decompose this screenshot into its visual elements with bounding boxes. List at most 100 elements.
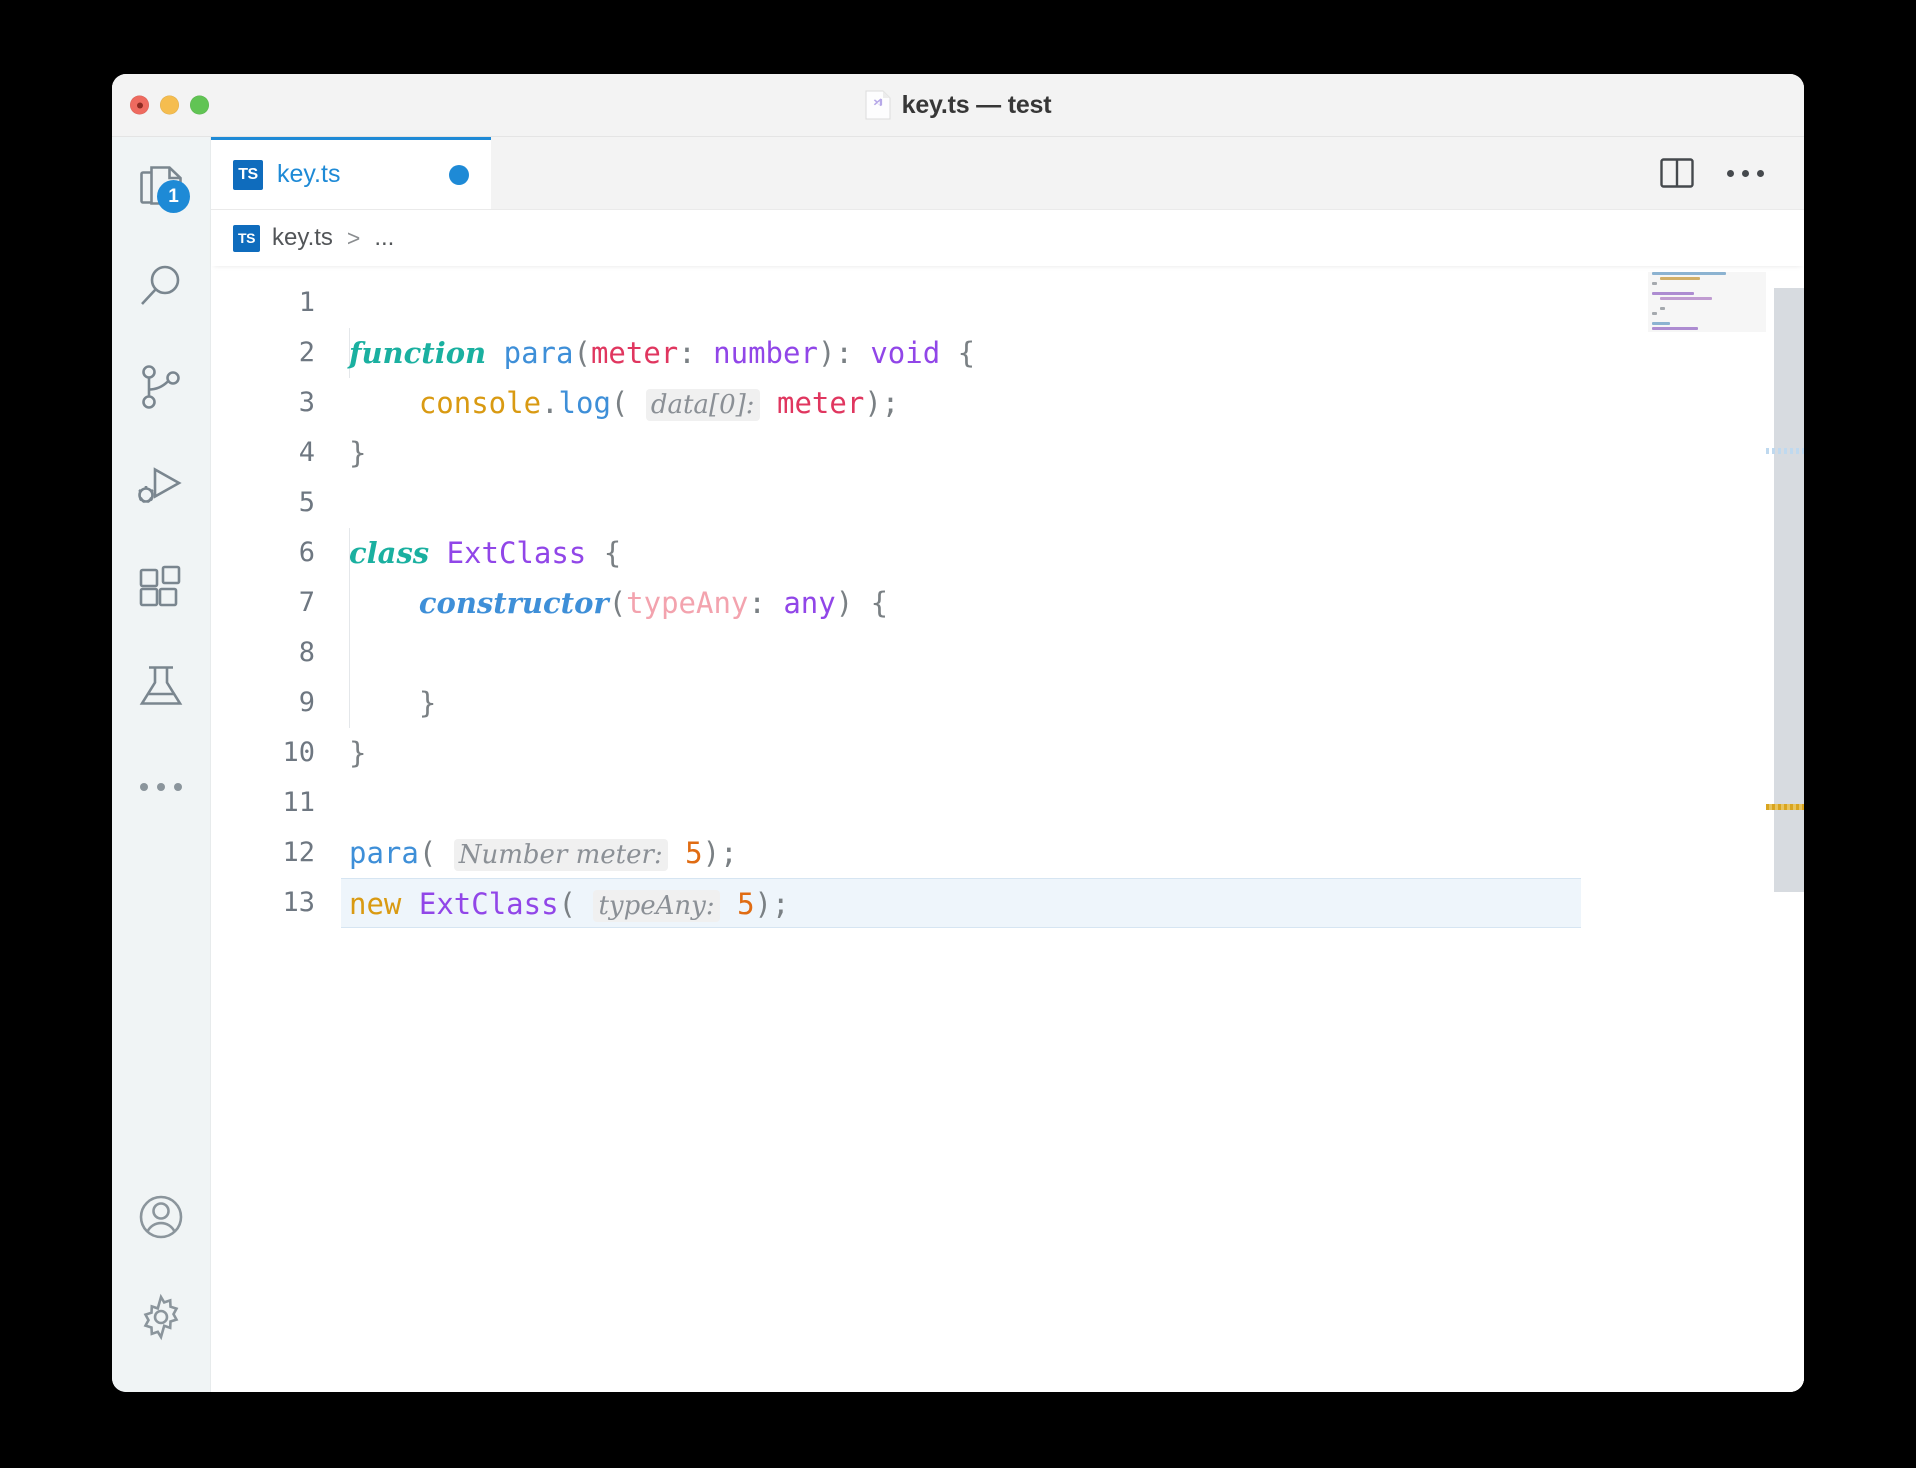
inlay-hint-parameter-name[interactable]: typeAny: <box>593 890 720 922</box>
line-number: 1 <box>298 287 315 318</box>
token-brace-close: } <box>349 436 367 470</box>
window-body: 1 TS key.ts TS key.ts > ... 1 2 3 4 5 6 … <box>112 137 1804 1392</box>
sidebar-item-search[interactable] <box>112 237 210 337</box>
gear-icon <box>133 1289 189 1345</box>
code-line-10[interactable]: } <box>341 728 1804 778</box>
token-colon: : <box>678 336 714 370</box>
token-paren-colon: ): <box>817 336 871 370</box>
code-line-5[interactable] <box>341 478 1804 528</box>
token-colon: : <box>748 586 784 620</box>
code-line-12[interactable]: para( Number meter: 5); <box>341 828 1804 878</box>
breadcrumb-item-file[interactable]: key.ts <box>272 224 333 252</box>
code-lines[interactable]: function para(meter: number): void { con… <box>341 266 1804 1392</box>
token-object: console <box>418 386 542 420</box>
code-editor[interactable]: 1 2 3 4 5 6 7 8 9 10 11 12 13 function p… <box>211 266 1804 1392</box>
code-line-1[interactable] <box>341 278 1804 328</box>
page-title: key.ts — test <box>901 90 1052 119</box>
token-parameter: meter <box>590 336 679 370</box>
vscode-window: key.ts — test 1 TS key.ts TS key.ts > ..… <box>112 74 1804 1392</box>
line-number-gutter: 1 2 3 4 5 6 7 8 9 10 11 12 13 <box>211 266 341 1392</box>
token-function-name: para <box>503 336 574 370</box>
token-class-name: ExtClass <box>418 887 559 921</box>
sidebar-item-testing[interactable] <box>112 637 210 737</box>
breadcrumb: TS key.ts > ... <box>211 210 1804 266</box>
tab-label: key.ts <box>277 160 341 188</box>
token-brace: { <box>940 336 976 370</box>
token-close-brace: ) { <box>835 586 889 620</box>
line-number: 5 <box>298 487 315 518</box>
code-line-7[interactable]: constructor(typeAny: any) { <box>341 578 1804 628</box>
line-number: 7 <box>298 587 315 618</box>
inlay-hint-parameter-name[interactable]: data[0]: <box>645 389 760 421</box>
token-number: 5 <box>737 887 755 921</box>
token-constructor: constructor <box>418 586 609 620</box>
token-keyword: function <box>349 336 487 370</box>
run-and-debug-icon <box>133 459 189 515</box>
ellipsis-icon[interactable] <box>1727 169 1764 177</box>
token-close: ); <box>864 386 900 420</box>
line-number: 6 <box>298 537 315 568</box>
minimize-button[interactable] <box>160 95 179 115</box>
line-number: 8 <box>298 637 315 668</box>
unsaved-indicator[interactable] <box>449 164 469 185</box>
breadcrumb-item-symbol[interactable]: ... <box>374 224 394 252</box>
token-paren: ( <box>558 887 594 921</box>
sidebar-item-manage[interactable] <box>112 1267 210 1367</box>
code-line-2[interactable]: function para(meter: number): void { <box>341 328 1804 378</box>
activity-bar: 1 <box>112 137 211 1392</box>
sidebar-item-extensions[interactable] <box>112 537 210 637</box>
token-dot: . <box>541 386 559 420</box>
token-brace: { <box>586 536 622 570</box>
window-title-group: key.ts — test <box>865 90 1052 120</box>
overview-ruler-change-mark <box>1766 804 1804 810</box>
vertical-scrollbar-thumb[interactable] <box>1774 288 1804 892</box>
sidebar-item-source-control[interactable] <box>112 337 210 437</box>
token-type: number <box>713 336 818 370</box>
sidebar-item-run-debug[interactable] <box>112 437 210 537</box>
zoom-button[interactable] <box>190 95 209 115</box>
editor-column: TS key.ts TS key.ts > ... 1 2 3 4 5 6 7 … <box>211 137 1804 1392</box>
line-number: 11 <box>282 787 315 818</box>
breadcrumb-separator: > <box>346 224 361 251</box>
code-line-13[interactable]: new ExtClass( typeAny: 5); <box>341 878 1581 928</box>
vscode-file-icon <box>865 90 891 120</box>
token-keyword: class <box>349 536 430 570</box>
code-line-4[interactable]: } <box>341 428 1804 478</box>
account-icon <box>133 1189 189 1245</box>
code-line-3[interactable]: console.log( data[0]: meter); <box>341 378 1804 428</box>
tab-key-ts[interactable]: TS key.ts <box>211 137 491 209</box>
traffic-lights <box>130 95 209 115</box>
code-line-9[interactable]: } <box>341 678 1804 728</box>
sidebar-item-accounts[interactable] <box>112 1167 210 1267</box>
window-titlebar: key.ts — test <box>112 74 1804 137</box>
token-return-type: void <box>870 336 941 370</box>
close-button[interactable] <box>130 95 149 115</box>
ts-file-icon: TS <box>233 159 263 190</box>
sidebar-item-more[interactable] <box>112 737 210 837</box>
token-keyword-new: new <box>349 887 402 921</box>
line-number: 4 <box>298 437 315 468</box>
token-brace-close: } <box>349 736 367 770</box>
ts-file-icon: TS <box>233 224 260 252</box>
token-class-name: ExtClass <box>446 536 587 570</box>
inlay-hint-parameter-name[interactable]: Number meter: <box>453 839 668 871</box>
code-line-11[interactable] <box>341 778 1804 828</box>
token-argument: meter <box>777 386 865 420</box>
code-line-6[interactable]: class ExtClass { <box>341 528 1804 578</box>
sidebar-item-explorer[interactable]: 1 <box>112 137 210 237</box>
token-paren: ( <box>418 836 454 870</box>
explorer-badge: 1 <box>157 180 190 213</box>
token-brace-close: } <box>349 686 437 720</box>
token-function-call: para <box>349 836 419 870</box>
code-line-8[interactable] <box>341 628 1804 678</box>
editor-actions <box>1657 137 1804 209</box>
token-close: ); <box>754 887 790 921</box>
split-editor-icon[interactable] <box>1657 153 1697 193</box>
source-control-icon <box>133 359 189 415</box>
screenshot-root: key.ts — test 1 TS key.ts TS key.ts > ..… <box>0 0 1916 1468</box>
